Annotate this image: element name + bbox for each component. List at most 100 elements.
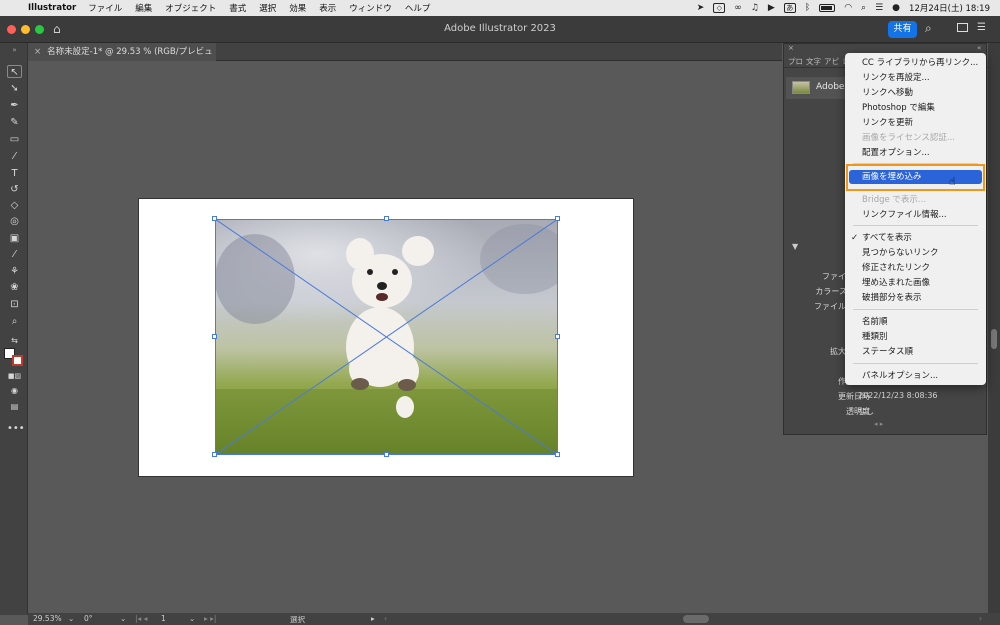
collapse-icon[interactable]: » <box>7 44 22 57</box>
curvature-tool-icon[interactable]: ✎ <box>7 116 22 129</box>
horizontal-scrollbar-thumb[interactable] <box>683 615 709 623</box>
zoom-tool-icon[interactable]: ⌕ <box>7 315 22 328</box>
document-tab[interactable]: ×名称未設定-1* @ 29.53 % (RGB/プレビュー) <box>28 43 216 75</box>
menu-item-sort-status[interactable]: ステータス順 <box>845 345 986 359</box>
zoom-dropdown-icon[interactable]: ⌄ <box>68 614 74 623</box>
tab-character[interactable]: 文字 <box>806 56 821 67</box>
menu-file[interactable]: ファイル <box>88 2 122 14</box>
location-icon[interactable]: ➤ <box>697 3 705 13</box>
rectangle-tool-icon[interactable]: ▭ <box>7 133 22 146</box>
search-icon[interactable]: ⌕ <box>925 21 932 36</box>
vertical-scrollbar[interactable] <box>988 43 1000 613</box>
menu-item-modified-links[interactable]: 修正されたリンク <box>845 261 986 275</box>
paintbrush-tool-icon[interactable]: ⁄ <box>7 150 22 163</box>
battery-icon[interactable] <box>819 4 836 12</box>
panel-layout-icon[interactable]: ☰ <box>977 22 986 33</box>
bbox-handle-right[interactable] <box>555 334 560 339</box>
canvas[interactable] <box>28 62 782 613</box>
eraser-tool-icon[interactable]: ◇ <box>7 199 22 212</box>
menu-item-show-broken[interactable]: 破損部分を表示 <box>845 291 986 305</box>
tab-properties[interactable]: プロ <box>788 56 803 67</box>
scrollbar-thumb[interactable] <box>991 329 997 349</box>
ime-icon[interactable]: あ <box>783 3 796 13</box>
artboard[interactable] <box>138 198 634 477</box>
mic-icon[interactable]: ♫ <box>751 3 759 13</box>
menu-item-placement-options[interactable]: 配置オプション... <box>845 146 986 160</box>
menu-effect[interactable]: 効果 <box>289 2 306 14</box>
placed-dog-image[interactable] <box>215 219 558 455</box>
screen-mode-icon[interactable]: ▤ <box>7 400 22 413</box>
artboard-tool-icon[interactable]: ⊡ <box>7 298 22 311</box>
zoom-level[interactable]: 29.53% <box>33 614 62 623</box>
stroke-color-swatch[interactable] <box>12 355 23 366</box>
disclosure-triangle-icon[interactable]: ▼ <box>792 242 798 251</box>
bbox-handle-bottom-left[interactable] <box>212 452 217 457</box>
pen-tool-icon[interactable]: ✒ <box>7 99 22 112</box>
share-button[interactable]: 共有 <box>888 21 917 38</box>
menu-help[interactable]: ヘルプ <box>405 2 431 14</box>
siri-icon[interactable]: ● <box>892 3 900 13</box>
menubar-datetime[interactable]: 12月24日(土) 18:19 <box>909 2 990 14</box>
hscroll-right-icon[interactable]: › <box>979 614 982 623</box>
artboard-number[interactable]: 1 <box>161 614 166 623</box>
selection-tool-icon[interactable]: ↖ <box>7 65 22 78</box>
hscroll-left-icon[interactable]: ‹ <box>384 614 387 623</box>
panel-close-icon[interactable]: × <box>788 44 794 52</box>
menu-object[interactable]: オブジェクト <box>165 2 216 14</box>
panel-scroll-arrows-icon[interactable]: ◂ ▸ <box>874 420 883 428</box>
creative-cloud-icon[interactable]: ∞ <box>734 3 742 13</box>
menu-item-relink-cc[interactable]: CC ライブラリから再リンク... <box>845 56 986 70</box>
menu-item-sort-kind[interactable]: 種類別 <box>845 330 986 344</box>
control-center-icon[interactable]: ☰ <box>875 3 883 13</box>
menu-item-sort-name[interactable]: 名前順 <box>845 315 986 329</box>
close-tab-icon[interactable]: × <box>34 47 41 57</box>
panel-collapse-icon[interactable]: « <box>977 44 981 52</box>
rotation-dropdown-icon[interactable]: ⌄ <box>120 614 126 623</box>
more-tools-icon[interactable]: ••• <box>7 422 25 435</box>
bbox-handle-top[interactable] <box>384 216 389 221</box>
menu-edit[interactable]: 編集 <box>135 2 152 14</box>
menu-item-relink[interactable]: リンクを再設定... <box>845 71 986 85</box>
bbox-handle-bottom[interactable] <box>384 452 389 457</box>
color-mode-icon[interactable]: ■▨ <box>7 370 22 383</box>
search-icon[interactable]: ⌕ <box>861 3 866 13</box>
direct-selection-tool-icon[interactable]: ➘ <box>7 82 22 95</box>
menu-item-link-file-info[interactable]: リンクファイル情報... <box>845 208 986 222</box>
bbox-handle-top-right[interactable] <box>555 216 560 221</box>
type-tool-icon[interactable]: T <box>7 167 22 180</box>
wifi-icon[interactable]: ◠ <box>844 3 852 13</box>
menu-type[interactable]: 書式 <box>229 2 246 14</box>
menu-item-show-all[interactable]: ✓ すべてを表示 <box>845 231 986 245</box>
menu-window[interactable]: ウィンドウ <box>349 2 392 14</box>
app-menu[interactable]: Illustrator <box>28 3 76 13</box>
menu-item-embedded-images[interactable]: 埋め込まれた画像 <box>845 276 986 290</box>
status-menu-arrow-icon[interactable]: ▸ <box>371 614 375 623</box>
menu-item-missing-links[interactable]: 見つからないリンク <box>845 246 986 260</box>
bbox-handle-top-left[interactable] <box>212 216 217 221</box>
menu-view[interactable]: 表示 <box>319 2 336 14</box>
play-icon[interactable]: ▶ <box>768 3 775 13</box>
bbox-handle-bottom-right[interactable] <box>555 452 560 457</box>
warp-tool-icon[interactable]: ◎ <box>7 215 22 228</box>
menu-item-edit-photoshop[interactable]: Photoshop で編集 <box>845 101 986 115</box>
artboard-nav-first-icon[interactable]: |◂ ◂ <box>135 614 147 623</box>
screenshot-icon[interactable]: ◇ <box>713 3 726 13</box>
blend-tool-icon[interactable]: ⚘ <box>7 265 22 278</box>
artboard-nav-next-icon[interactable]: ▸ ▸| <box>204 614 216 623</box>
symbol-sprayer-tool-icon[interactable]: ❀ <box>7 281 22 294</box>
tab-appearance[interactable]: アピ <box>824 56 839 67</box>
gradient-tool-icon[interactable]: ▣ <box>7 232 22 245</box>
bbox-handle-left[interactable] <box>212 334 217 339</box>
rotation-value[interactable]: 0° <box>84 614 93 623</box>
eyedropper-tool-icon[interactable]: ⁄ <box>7 248 22 261</box>
bluetooth-icon[interactable]: ᛒ <box>805 3 810 13</box>
menu-item-panel-options[interactable]: パネルオプション... <box>845 369 986 383</box>
workspace-icon[interactable] <box>957 23 968 32</box>
artboard-dropdown-icon[interactable]: ⌄ <box>189 614 195 623</box>
menu-item-update-link[interactable]: リンクを更新 <box>845 116 986 130</box>
menu-select[interactable]: 選択 <box>259 2 276 14</box>
draw-mode-icon[interactable]: ◉ <box>7 384 22 397</box>
rotate-tool-icon[interactable]: ↺ <box>7 183 22 196</box>
menu-item-go-to-link[interactable]: リンクへ移動 <box>845 86 986 100</box>
swap-fill-stroke-icon[interactable]: ⇆ <box>7 334 22 347</box>
